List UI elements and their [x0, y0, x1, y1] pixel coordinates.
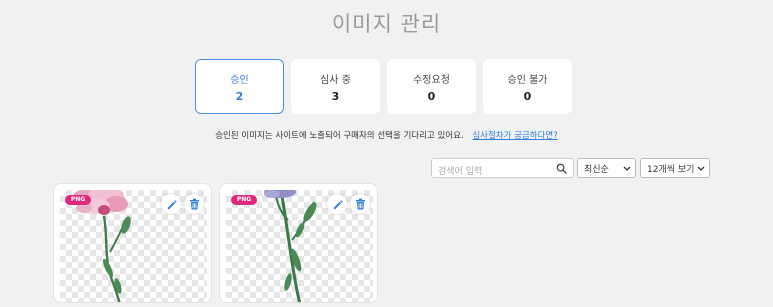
tab-revision-requested[interactable]: 수정요청 0 [387, 59, 476, 114]
tab-label: 승인 불가 [507, 74, 548, 86]
info-message-line: 승인된 이미지는 사이트에 노출되어 구매자의 선택을 기다리고 있어요. 심사… [0, 129, 773, 141]
sort-select-value: 최신순 [584, 164, 609, 175]
review-process-help-link[interactable]: 심사절차가 궁금하다면? [472, 131, 557, 141]
tab-count: 0 [523, 89, 532, 103]
chevron-down-icon [623, 166, 631, 171]
search-input[interactable] [432, 163, 552, 181]
info-message: 승인된 이미지는 사이트에 노출되어 구매자의 선택을 기다리고 있어요. [215, 131, 464, 141]
per-page-select[interactable]: 12개씩 보기 [640, 158, 710, 178]
tab-rejected[interactable]: 승인 불가 0 [483, 59, 572, 114]
edit-button[interactable] [161, 194, 181, 214]
search-icon[interactable] [556, 163, 567, 174]
format-badge: PNG [65, 195, 91, 205]
chevron-down-icon [697, 166, 705, 171]
tab-label: 심사 중 [320, 74, 351, 86]
search-box [431, 158, 574, 181]
tab-label: 승인 [230, 74, 249, 86]
trash-icon [189, 198, 199, 210]
format-badge: PNG [231, 195, 257, 205]
page-title: 이미지 관리 [331, 12, 442, 36]
per-page-select-value: 12개씩 보기 [647, 164, 695, 175]
image-card[interactable]: PNG [219, 183, 378, 303]
tab-count: 0 [427, 89, 436, 103]
tab-label: 수정요청 [413, 74, 450, 86]
delete-button[interactable] [184, 194, 204, 214]
tab-approved[interactable]: 승인 2 [195, 59, 284, 114]
delete-button[interactable] [350, 194, 370, 214]
tab-count: 3 [331, 89, 340, 103]
pencil-icon [167, 199, 176, 209]
pencil-icon [333, 199, 342, 209]
flower-petals [264, 190, 296, 198]
tab-count: 2 [235, 89, 244, 103]
sort-select[interactable]: 최신순 [577, 158, 636, 178]
image-card[interactable]: PNG [53, 183, 212, 303]
tab-under-review[interactable]: 심사 중 3 [291, 59, 380, 114]
edit-button[interactable] [327, 194, 347, 214]
status-tabs: 승인 2 심사 중 3 수정요청 0 승인 불가 0 [195, 59, 572, 114]
trash-icon [355, 198, 365, 210]
